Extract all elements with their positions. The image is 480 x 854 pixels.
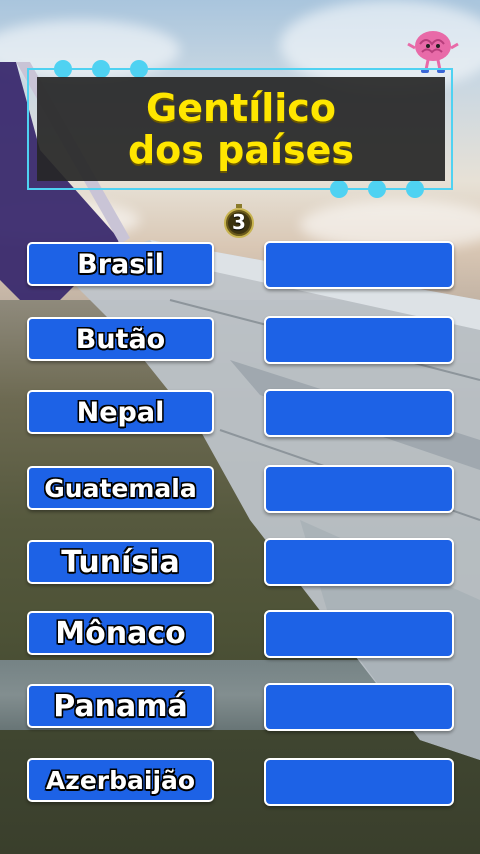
answer-box-tunisia[interactable] (264, 538, 454, 586)
answer-box-butao[interactable] (264, 316, 454, 364)
frame-dot (54, 60, 72, 78)
frame-dot (406, 180, 424, 198)
answer-box-brasil[interactable] (264, 241, 454, 289)
frame-dot (330, 180, 348, 198)
countdown-timer: 3 (222, 204, 256, 238)
answer-box-panama[interactable] (264, 683, 454, 731)
country-name: Tunísia (61, 544, 180, 580)
title-line-2: dos países (127, 128, 355, 172)
frame-dot (368, 180, 386, 198)
title-panel: Gentílico dos países (37, 77, 445, 181)
title-line-1: Gentílico (146, 86, 336, 130)
answer-box-nepal[interactable] (264, 389, 454, 437)
country-name: Azerbaijão (45, 765, 196, 795)
country-label-tunisia: Tunísia (27, 540, 214, 584)
country-label-azerbaijao: Azerbaijão (27, 758, 214, 802)
answer-box-monaco[interactable] (264, 610, 454, 658)
country-name: Brasil (77, 248, 164, 280)
frame-dot (130, 60, 148, 78)
answer-box-azerbaijao[interactable] (264, 758, 454, 806)
country-name: Butão (75, 323, 166, 355)
country-name: Mônaco (55, 615, 186, 651)
frame-dot (92, 60, 110, 78)
country-label-butao: Butão (27, 317, 214, 361)
timer-value: 3 (232, 210, 246, 234)
country-label-nepal: Nepal (27, 390, 214, 434)
country-name: Panamá (53, 688, 188, 724)
country-label-brasil: Brasil (27, 242, 214, 286)
country-label-monaco: Mônaco (27, 611, 214, 655)
country-name: Nepal (76, 396, 165, 428)
country-name: Guatemala (44, 473, 197, 503)
country-label-guatemala: Guatemala (27, 466, 214, 510)
country-label-panama: Panamá (27, 684, 214, 728)
answer-box-guatemala[interactable] (264, 465, 454, 513)
